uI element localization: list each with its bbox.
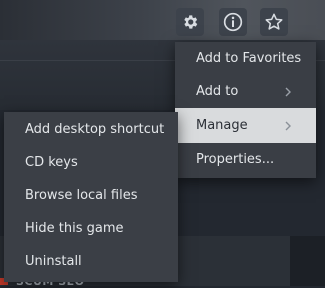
submenu-item-add-desktop-shortcut[interactable]: Add desktop shortcut <box>4 113 178 146</box>
manage-submenu: Add desktop shortcut CD keys Browse loca… <box>4 112 178 282</box>
submenu-item-label: Uninstall <box>25 254 82 269</box>
info-button[interactable] <box>219 8 247 36</box>
submenu-item-uninstall[interactable]: Uninstall <box>4 245 178 278</box>
submenu-item-cd-keys[interactable]: CD keys <box>4 146 178 179</box>
side-panel <box>290 236 325 286</box>
menu-item-label: Add to <box>196 84 239 99</box>
menu-item-add-to[interactable]: Add to <box>175 75 316 108</box>
submenu-item-label: Hide this game <box>25 221 124 236</box>
menu-item-properties[interactable]: Properties... <box>175 143 316 176</box>
submenu-item-label: CD keys <box>25 155 78 170</box>
game-context-menu: Add to Favorites Add to Manage Propertie… <box>175 42 316 178</box>
menu-item-manage[interactable]: Manage <box>175 108 316 143</box>
chevron-right-icon <box>285 87 291 96</box>
submenu-item-label: Add desktop shortcut <box>25 122 165 137</box>
submenu-item-browse-local-files[interactable]: Browse local files <box>4 179 178 212</box>
chevron-right-icon <box>285 121 291 130</box>
menu-item-add-to-favorites[interactable]: Add to Favorites <box>175 42 316 75</box>
menu-item-label: Add to Favorites <box>196 51 302 66</box>
star-icon <box>265 13 283 30</box>
menu-item-label: Manage <box>196 118 248 133</box>
gear-icon <box>184 15 198 29</box>
submenu-item-label: Browse local files <box>25 188 138 203</box>
submenu-item-hide-this-game[interactable]: Hide this game <box>4 212 178 245</box>
settings-button[interactable] <box>176 8 204 36</box>
menu-item-label: Properties... <box>196 152 275 167</box>
favorite-button[interactable] <box>260 8 288 36</box>
info-icon <box>223 12 243 32</box>
